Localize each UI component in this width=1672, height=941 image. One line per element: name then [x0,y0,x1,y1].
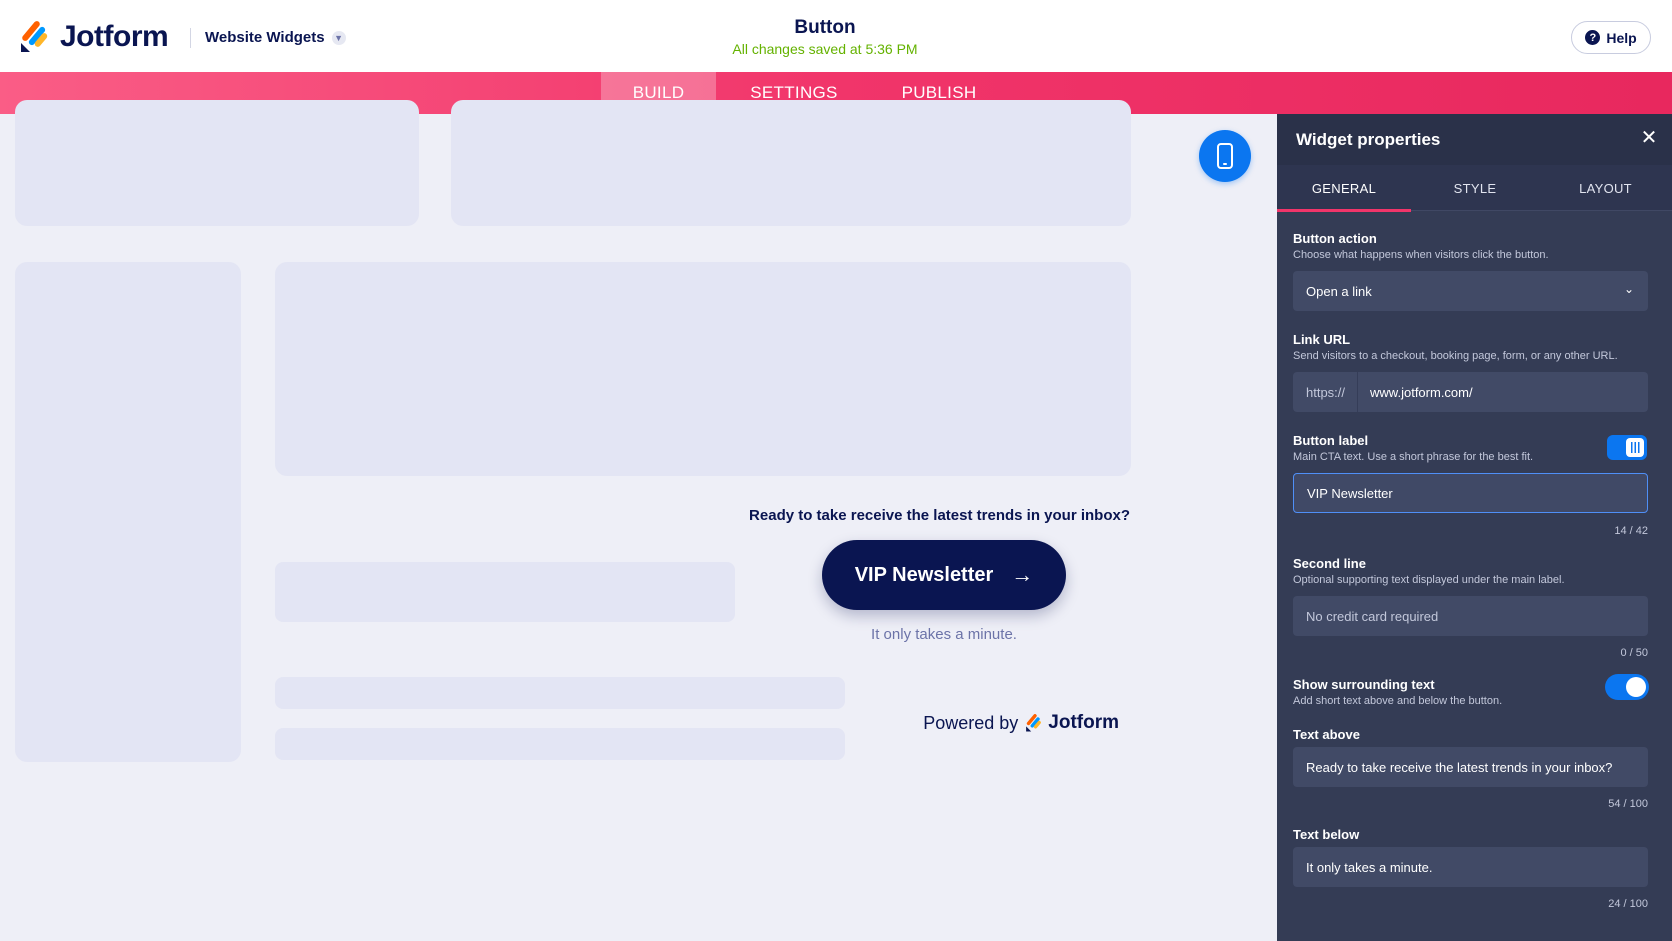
second-line-hint: Optional supporting text displayed under… [1293,574,1565,586]
text-above-count: 54 / 100 [1608,798,1648,810]
show-surrounding-toggle[interactable] [1605,674,1649,700]
button-label-count: 14 / 42 [1614,525,1648,537]
powered-by-label: Powered by [923,712,1019,733]
text-above-label: Text above [1293,727,1360,742]
cta-button[interactable]: VIP Newsletter → [822,540,1066,610]
link-url-field[interactable]: https:// www.jotform.com/ [1293,372,1648,412]
preview-text-above: Ready to take receive the latest trends … [749,507,1130,524]
mobile-preview-icon [1217,143,1233,169]
text-below-value: It only takes a minute. [1306,859,1433,875]
link-url-label: Link URL [1293,332,1351,347]
button-label-hint: Main CTA text. Use a short phrase for th… [1293,451,1534,463]
second-line-count: 0 / 50 [1620,647,1648,659]
powered-by-badge[interactable]: Powered by Jotform [900,712,1119,734]
placeholder-block [451,100,1131,226]
button-action-select[interactable]: Open a link ⌄ [1293,271,1648,311]
second-line-input[interactable]: No credit card required [1293,596,1648,636]
button-label-value: VIP Newsletter [1307,485,1393,501]
link-url-prefix: https:// [1306,372,1359,412]
page-title: Button [794,17,856,38]
button-label-label: Button label [1293,433,1369,448]
link-url-value: www.jotform.com/ [1370,384,1473,400]
mobile-preview-button[interactable] [1199,130,1251,182]
button-action-value: Open a link [1306,283,1372,299]
placeholder-block [15,262,241,762]
preview-text-below: It only takes a minute. [871,626,1017,643]
panel-header: Widget properties ✕ [1277,114,1672,165]
top-header: Jotform Website Widgets ▼ Button All cha… [0,0,1672,72]
second-line-label: Second line [1293,556,1366,571]
button-label-toggle[interactable] [1607,435,1647,460]
button-label-input[interactable]: VIP Newsletter [1293,473,1648,513]
second-line-placeholder: No credit card required [1306,608,1439,624]
text-above-input[interactable]: Ready to take receive the latest trends … [1293,747,1648,787]
cta-button-label: VIP Newsletter [854,563,994,586]
help-icon: ? [1585,30,1601,45]
link-url-hint: Send visitors to a checkout, booking pag… [1293,350,1618,362]
tab-style[interactable]: STYLE [1411,165,1539,211]
jotform-logo-icon [1025,714,1043,732]
button-action-hint: Choose what happens when visitors click … [1293,249,1549,261]
show-surrounding-hint: Add short text above and below the butto… [1293,695,1503,707]
arrow-right-icon: → [1011,562,1034,587]
tab-layout[interactable]: LAYOUT [1539,165,1672,211]
text-above-value: Ready to take receive the latest trends … [1306,759,1613,775]
text-below-count: 24 / 100 [1608,898,1648,910]
placeholder-block [15,100,419,226]
close-icon[interactable]: ✕ [1637,126,1661,150]
panel-title: Widget properties [1296,130,1441,149]
toggle-knob [1626,677,1646,697]
widget-properties-panel: Widget properties ✕ GENERAL STYLE LAYOUT… [1277,114,1672,941]
placeholder-block [275,562,735,622]
powered-by-brand: Jotform [1048,712,1119,733]
save-status: All changes saved at 5:36 PM [732,41,918,57]
toggle-knob [1626,438,1644,457]
panel-tabs: GENERAL STYLE LAYOUT [1277,165,1672,212]
text-below-input[interactable]: It only takes a minute. [1293,847,1648,887]
chevron-down-icon: ⌄ [1623,282,1634,296]
text-below-label: Text below [1293,827,1360,842]
placeholder-block [275,677,845,709]
placeholder-block [275,728,845,760]
show-surrounding-label: Show surrounding text [1293,677,1435,692]
help-button-label: Help [1606,29,1637,46]
tab-general[interactable]: GENERAL [1277,165,1411,212]
button-action-label: Button action [1293,231,1377,246]
help-button[interactable]: ? Help [1571,21,1651,54]
placeholder-block [275,262,1131,476]
